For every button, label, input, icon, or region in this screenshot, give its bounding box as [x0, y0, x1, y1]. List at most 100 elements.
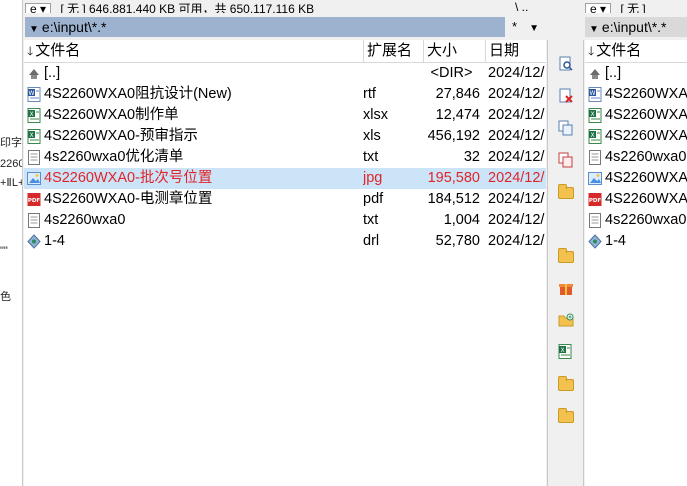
- folder-icon[interactable]: [558, 408, 574, 423]
- delete-doc-icon[interactable]: [558, 88, 574, 104]
- file-row[interactable]: X 4S2260WXA0-预审指示 xls 456,192 2024/12/: [24, 126, 546, 147]
- file-row-right[interactable]: X 4S2260WXA0: [585, 126, 687, 147]
- file-name: 1-4: [605, 233, 626, 249]
- file-size: 52,780: [435, 233, 480, 249]
- drive-letter: e: [30, 2, 37, 13]
- file-ext: xls: [363, 128, 381, 144]
- dropdown-arrow-icon[interactable]: ▼: [529, 23, 539, 34]
- file-size: 1,004: [443, 212, 480, 228]
- file-size: 12,474: [435, 107, 480, 123]
- file-row-right[interactable]: 4s2260wxa0: [585, 210, 687, 231]
- dropdown-arrow-icon[interactable]: ▼: [589, 20, 599, 37]
- file-name: 1-4: [44, 233, 65, 249]
- file-row[interactable]: W 4S2260WXA0阻抗设计(New) rtf 27,846 2024/12/: [24, 84, 546, 105]
- sliver-text: 色: [0, 291, 11, 303]
- header-size[interactable]: 大小: [423, 40, 485, 62]
- text-file-icon: [27, 213, 41, 228]
- svg-text:PDF: PDF: [28, 198, 41, 204]
- file-name: 4S2260WXA0-预审指示: [44, 128, 198, 144]
- image-file-icon: [27, 171, 41, 186]
- drl-file-icon: [27, 234, 41, 249]
- path-filter[interactable]: * ▼: [506, 17, 546, 37]
- drive-letter: e: [590, 2, 597, 13]
- file-date: 2024/12/: [488, 149, 545, 165]
- file-row-right[interactable]: PDF 4S2260WXA0: [585, 189, 687, 210]
- file-row[interactable]: 1-4 drl 52,780 2024/12/: [24, 231, 546, 252]
- pdf-icon: PDF: [588, 192, 602, 207]
- header-name-label: 文件名: [35, 42, 81, 59]
- word-doc-icon: W: [27, 87, 41, 102]
- file-row-right[interactable]: 1-4: [585, 231, 687, 252]
- svg-text:W: W: [590, 90, 596, 97]
- panel-top-controls[interactable]: \ ..: [515, 0, 528, 14]
- header-ext[interactable]: 扩展名: [363, 40, 423, 62]
- file-row[interactable]: 4s2260wxa0优化清单 txt 32 2024/12/: [24, 147, 546, 168]
- file-ext: jpg: [363, 170, 383, 186]
- search-doc-icon[interactable]: [558, 56, 574, 72]
- file-ext: rtf: [363, 86, 376, 102]
- word-doc-icon: W: [588, 87, 602, 102]
- path-bar[interactable]: ▼ e:\input\*.*: [25, 17, 505, 37]
- file-name: 4S2260WXA0-电测章位置: [44, 191, 213, 207]
- file-name: 4S2260WXA0: [605, 86, 687, 102]
- file-size: 27,846: [435, 86, 480, 102]
- file-name: 4s2260wxa0: [605, 212, 687, 228]
- file-ext: drl: [363, 233, 380, 249]
- file-size: 456,192: [427, 128, 480, 144]
- move-icon[interactable]: [558, 152, 574, 168]
- file-name: 4S2260WXA0: [605, 170, 687, 186]
- file-ext: pdf: [363, 191, 384, 207]
- header-name-right[interactable]: 🡓 文件名: [585, 40, 687, 62]
- file-name: 4s2260wxa0: [44, 212, 126, 228]
- button-bar: X: [547, 40, 584, 486]
- text-file-icon: [588, 213, 602, 228]
- file-row[interactable]: X 4S2260WXA0制作单 xlsx 12,474 2024/12/: [24, 105, 546, 126]
- file-date: 2024/12/: [488, 233, 545, 249]
- file-date: 2024/12/: [488, 128, 545, 144]
- file-row-right[interactable]: 4S2260WXA0: [585, 168, 687, 189]
- text-file-icon: [588, 150, 602, 165]
- drive-bar: e ▾ [ 无 ] 646,881,440 KB 可用，共 650,117,11…: [25, 0, 505, 13]
- file-row-right[interactable]: [..]: [585, 63, 687, 84]
- file-list: [..] <DIR> 2024/12/W 4S2260WXA0阻抗设计(New) rtf…: [24, 63, 546, 486]
- file-row[interactable]: 4s2260wxa0 txt 1,004 2024/12/: [24, 210, 546, 231]
- new-folder-icon[interactable]: [558, 312, 574, 328]
- svg-text:PDF: PDF: [589, 198, 602, 204]
- path-bar-right[interactable]: ▼ e:\input\*.*: [585, 17, 687, 37]
- gift-icon[interactable]: [558, 280, 574, 296]
- drive-selector[interactable]: e ▾: [25, 2, 52, 13]
- free-space-text: [ 无 ] 646,881,440 KB 可用，共 650,117,116 KB: [60, 2, 315, 13]
- file-name: 4S2260WXA0: [605, 128, 687, 144]
- file-row-right[interactable]: W 4S2260WXA0: [585, 84, 687, 105]
- free-space-text-right: [ 无 ]: [620, 2, 646, 13]
- excel-icon: X: [27, 129, 41, 144]
- drl-file-icon: [588, 234, 602, 249]
- svg-text:X: X: [29, 132, 33, 139]
- drive-selector-right[interactable]: e ▾: [585, 2, 612, 13]
- sliver-text: "": [0, 245, 8, 257]
- excel-icon[interactable]: X: [558, 344, 574, 360]
- file-name: [..]: [605, 65, 622, 81]
- file-name: 4S2260WXA0阻抗设计(New): [44, 86, 232, 102]
- folder-icon[interactable]: [558, 248, 574, 263]
- header-name-label: 文件名: [596, 42, 642, 59]
- dropdown-arrow-icon[interactable]: ▼: [29, 20, 39, 37]
- svg-text:X: X: [590, 111, 594, 118]
- copy-icon[interactable]: [558, 120, 574, 136]
- file-row[interactable]: PDF 4S2260WXA0-电测章位置 pdf 184,512 2024/12/: [24, 189, 546, 210]
- folder-icon[interactable]: [558, 184, 574, 199]
- sliver-text: 印字: [0, 137, 22, 149]
- file-row[interactable]: 4S2260WXA0-批次号位置 jpg 195,580 2024/12/: [24, 168, 546, 189]
- file-name: 4s2260wxa0优化清单: [44, 149, 184, 165]
- sort-arrow-icon: 🡓: [588, 44, 595, 58]
- folder-icon[interactable]: [558, 376, 574, 391]
- header-name[interactable]: 🡓 文件名: [24, 40, 363, 62]
- file-ext: txt: [363, 149, 379, 165]
- header-date[interactable]: 日期: [485, 40, 546, 62]
- file-row-right[interactable]: 4s2260wxa0优: [585, 147, 687, 168]
- file-date: 2024/12/: [488, 65, 545, 81]
- svg-text:X: X: [29, 111, 33, 118]
- excel-icon: X: [27, 108, 41, 123]
- file-row[interactable]: [..] <DIR> 2024/12/: [24, 63, 546, 84]
- file-row-right[interactable]: X 4S2260WXA0: [585, 105, 687, 126]
